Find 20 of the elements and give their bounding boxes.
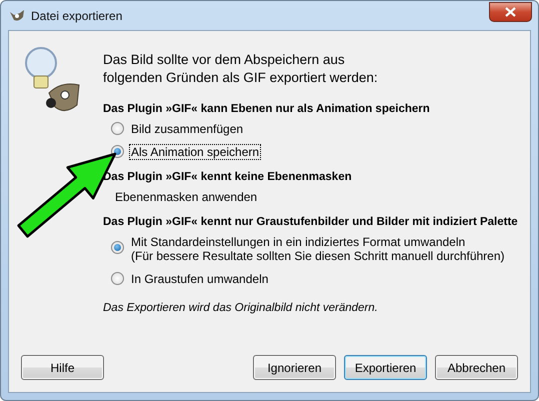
- mascot-icon: [9, 8, 25, 22]
- window-title: Datei exportieren: [31, 8, 124, 22]
- option-label[interactable]: Als Animation speichern: [130, 145, 260, 159]
- dialog-button[interactable]: Hilfe: [21, 355, 104, 380]
- close-button[interactable]: [489, 2, 532, 22]
- close-icon: [505, 6, 516, 16]
- radio-button[interactable]: [111, 272, 124, 285]
- dialog-button[interactable]: Exportieren: [344, 355, 427, 380]
- option-label[interactable]: In Graustufen umwandeln: [130, 272, 270, 286]
- option-label: Ebenenmasken anwenden: [115, 190, 258, 204]
- section-heading: Das Plugin »GIF« kann Ebenen nur als Animation speichern: [103, 103, 431, 115]
- dialog-button[interactable]: Abbrechen: [435, 355, 518, 380]
- option-label[interactable]: Mit Standardeinstellungen in ein indiziertes Format umwandeln (Für bessere Resultate sollten Sie diesen Schritt manuell durchführen): [130, 235, 506, 263]
- dialog-button[interactable]: Ignorieren: [253, 355, 336, 380]
- note-text: Das Exportieren wird das Originalbild nicht verändern.: [103, 302, 379, 314]
- radio-button[interactable]: [111, 241, 124, 254]
- section-heading: Das Plugin »GIF« kennt nur Graustufenbilder und Bilder mit indiziert Palette: [103, 216, 518, 228]
- intro-text: Das Bild sollte vor dem Abspeichern aus folgenden Gründen als GIF exportiert werden:: [103, 51, 379, 87]
- radio-button[interactable]: [111, 122, 124, 135]
- option-label[interactable]: Bild zusammenfügen: [130, 122, 244, 136]
